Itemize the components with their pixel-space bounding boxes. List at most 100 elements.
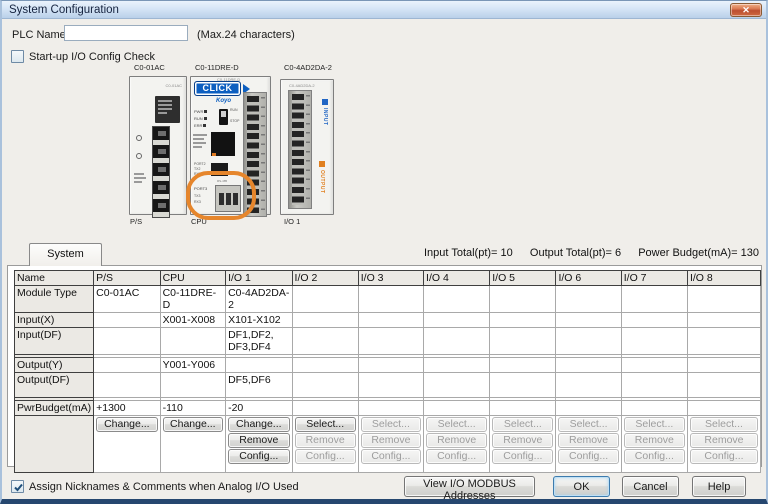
plc-name-label: PLC Name [12, 29, 66, 41]
output-marker-icon [319, 161, 325, 167]
koyo-logo: Koyo [216, 98, 231, 104]
cell-input-x-i-o-5 [489, 312, 557, 328]
row-header-module-type: Module Type [13, 285, 95, 313]
close-button[interactable]: ✕ [730, 3, 762, 17]
cell-module-type-i-o-7 [620, 285, 688, 313]
view-modbus-addresses-button[interactable]: View I/O MODBUS Addresses [404, 476, 535, 499]
input-marker-icon [322, 99, 328, 105]
assign-nicknames-label: Assign Nicknames & Comments when Analog … [29, 481, 299, 493]
run-stop-switch [219, 109, 228, 125]
tab-system[interactable]: System [29, 243, 102, 266]
remove-button-i-o-8: Remove [689, 433, 758, 448]
config-button-i-o-1[interactable]: Config... [228, 449, 290, 464]
cancel-button[interactable]: Cancel [622, 476, 679, 497]
change-button-cpu[interactable]: Change... [162, 417, 224, 432]
cell-pwrbudget-ma-i-o-5 [489, 400, 557, 416]
port3-highlight-ring [186, 171, 256, 220]
ethernet-port-notch [212, 153, 216, 156]
config-button-i-o-3: Config... [360, 449, 422, 464]
ps-module-print: C0-01AC [165, 83, 182, 88]
cell-input-df-cpu [159, 327, 227, 355]
change-button-p-s[interactable]: Change... [96, 417, 158, 432]
config-button-i-o-2: Config... [294, 449, 356, 464]
io-model-label: C0-4AD2DA-2 [284, 63, 332, 72]
switch-stop-label: STOP [230, 119, 240, 123]
plc-name-hint: (Max.24 characters) [197, 29, 295, 41]
select-button-i-o-3: Select... [360, 417, 422, 432]
click-logo: CLICK [194, 81, 241, 96]
output-total: Output Total(pt)= 6 [529, 247, 622, 259]
remove-button-i-o-1[interactable]: Remove [228, 433, 290, 448]
cell-module-type-i-o-4 [423, 285, 491, 313]
cell-output-y-p-s [93, 357, 161, 373]
output-vertical-label: OUTPUT [319, 170, 325, 194]
plc-name-input[interactable] [64, 25, 188, 41]
cell-output-y-i-o-8 [686, 357, 762, 373]
cpu-model-label: C0-11DRE-D [195, 63, 239, 72]
cell-input-df-p-s [93, 327, 161, 355]
cell-pwrbudget-ma-i-o-8 [686, 400, 762, 416]
action-cell-cpu: Change... [159, 415, 227, 473]
cell-output-df-p-s [93, 372, 161, 398]
remove-button-i-o-6: Remove [558, 433, 619, 448]
cell-pwrbudget-ma-i-o-3 [357, 400, 425, 416]
cell-input-x-p-s [93, 312, 161, 328]
remove-button-i-o-2: Remove [294, 433, 356, 448]
select-button-i-o-2[interactable]: Select... [294, 417, 356, 432]
change-button-i-o-1[interactable]: Change... [228, 417, 290, 432]
io-module: C0-4AD2DA-2 INPUT OUTPUT [280, 79, 334, 215]
cell-input-x-i-o-6 [555, 312, 622, 328]
column-header-i-o-3: I/O 3 [357, 270, 425, 286]
totals-bar: Input Total(pt)= 10 Output Total(pt)= 6 … [424, 247, 759, 259]
system-table: Name P/S CPU I/O 1 I/O 2 I/O 3 I/O 4 I/O 5 I/O 6… [13, 270, 762, 473]
system-configuration-dialog: System Configuration ✕ PLC Name (Max.24 … [0, 0, 768, 504]
cell-input-df-i-o-5 [489, 327, 557, 355]
help-button[interactable]: Help [692, 476, 746, 497]
cell-output-y-i-o-6 [555, 357, 622, 373]
port2-label: PORT2 [194, 162, 206, 166]
column-header-i-o-4: I/O 4 [423, 270, 491, 286]
row-header-pwrbudget-ma: PwrBudget(mA) [13, 400, 95, 416]
power-budget: Power Budget(mA)= 130 [638, 247, 759, 259]
err-led-label: ERR [194, 123, 207, 128]
assign-nicknames-checkbox[interactable] [11, 480, 24, 493]
cell-output-df-i-o-8 [686, 372, 762, 398]
cell-input-df-i-o-3 [357, 327, 425, 355]
cell-output-df-i-o-3 [357, 372, 425, 398]
io-module-print: C0-4AD2DA-2 [289, 83, 315, 88]
config-button-i-o-5: Config... [492, 449, 554, 464]
cell-module-type-i-o-1: C0-4AD2DA-2 [225, 285, 293, 313]
cell-module-type-cpu: C0-11DRE-D [159, 285, 227, 313]
cell-module-type-p-s: C0-01AC [93, 285, 161, 313]
cell-input-df-i-o-6 [555, 327, 622, 355]
cell-module-type-i-o-5 [489, 285, 557, 313]
action-cell-i-o-2: Select... Remove Config... [291, 415, 359, 473]
run-led-label: RUN [194, 116, 207, 121]
input-total: Input Total(pt)= 10 [424, 247, 513, 259]
cell-pwrbudget-ma-i-o-1: -20 [225, 400, 293, 416]
cell-output-df-i-o-7 [620, 372, 688, 398]
action-cell-i-o-3: Select... Remove Config... [357, 415, 425, 473]
cell-pwrbudget-ma-i-o-2 [291, 400, 359, 416]
cell-input-x-i-o-1: X101-X102 [225, 312, 293, 328]
column-header-p-s: P/S [93, 270, 161, 286]
cell-input-df-i-o-4 [423, 327, 491, 355]
cell-pwrbudget-ma-p-s: +1300 [93, 400, 161, 416]
ps-rating-panel [155, 96, 180, 123]
cell-output-y-i-o-3 [357, 357, 425, 373]
action-cell-i-o-8: Select... Remove Config... [686, 415, 762, 473]
cell-output-df-cpu [159, 372, 227, 398]
cell-module-type-i-o-6 [555, 285, 622, 313]
port2-tx-label: TX2 [194, 167, 201, 171]
startup-io-check-checkbox[interactable] [11, 50, 24, 63]
action-cell-i-o-1: Change... Remove Config... [225, 415, 293, 473]
row-header-output-y: Output(Y) [13, 357, 95, 373]
ok-button[interactable]: OK [553, 476, 610, 497]
cpu-module-print: C0-11DRE-D [217, 77, 241, 82]
cell-module-type-i-o-8 [686, 285, 762, 313]
cell-input-x-i-o-3 [357, 312, 425, 328]
select-button-i-o-7: Select... [623, 417, 685, 432]
ps-ground-symbol [136, 135, 142, 141]
pwr-led-label: PWR [194, 109, 208, 114]
select-button-i-o-8: Select... [689, 417, 758, 432]
